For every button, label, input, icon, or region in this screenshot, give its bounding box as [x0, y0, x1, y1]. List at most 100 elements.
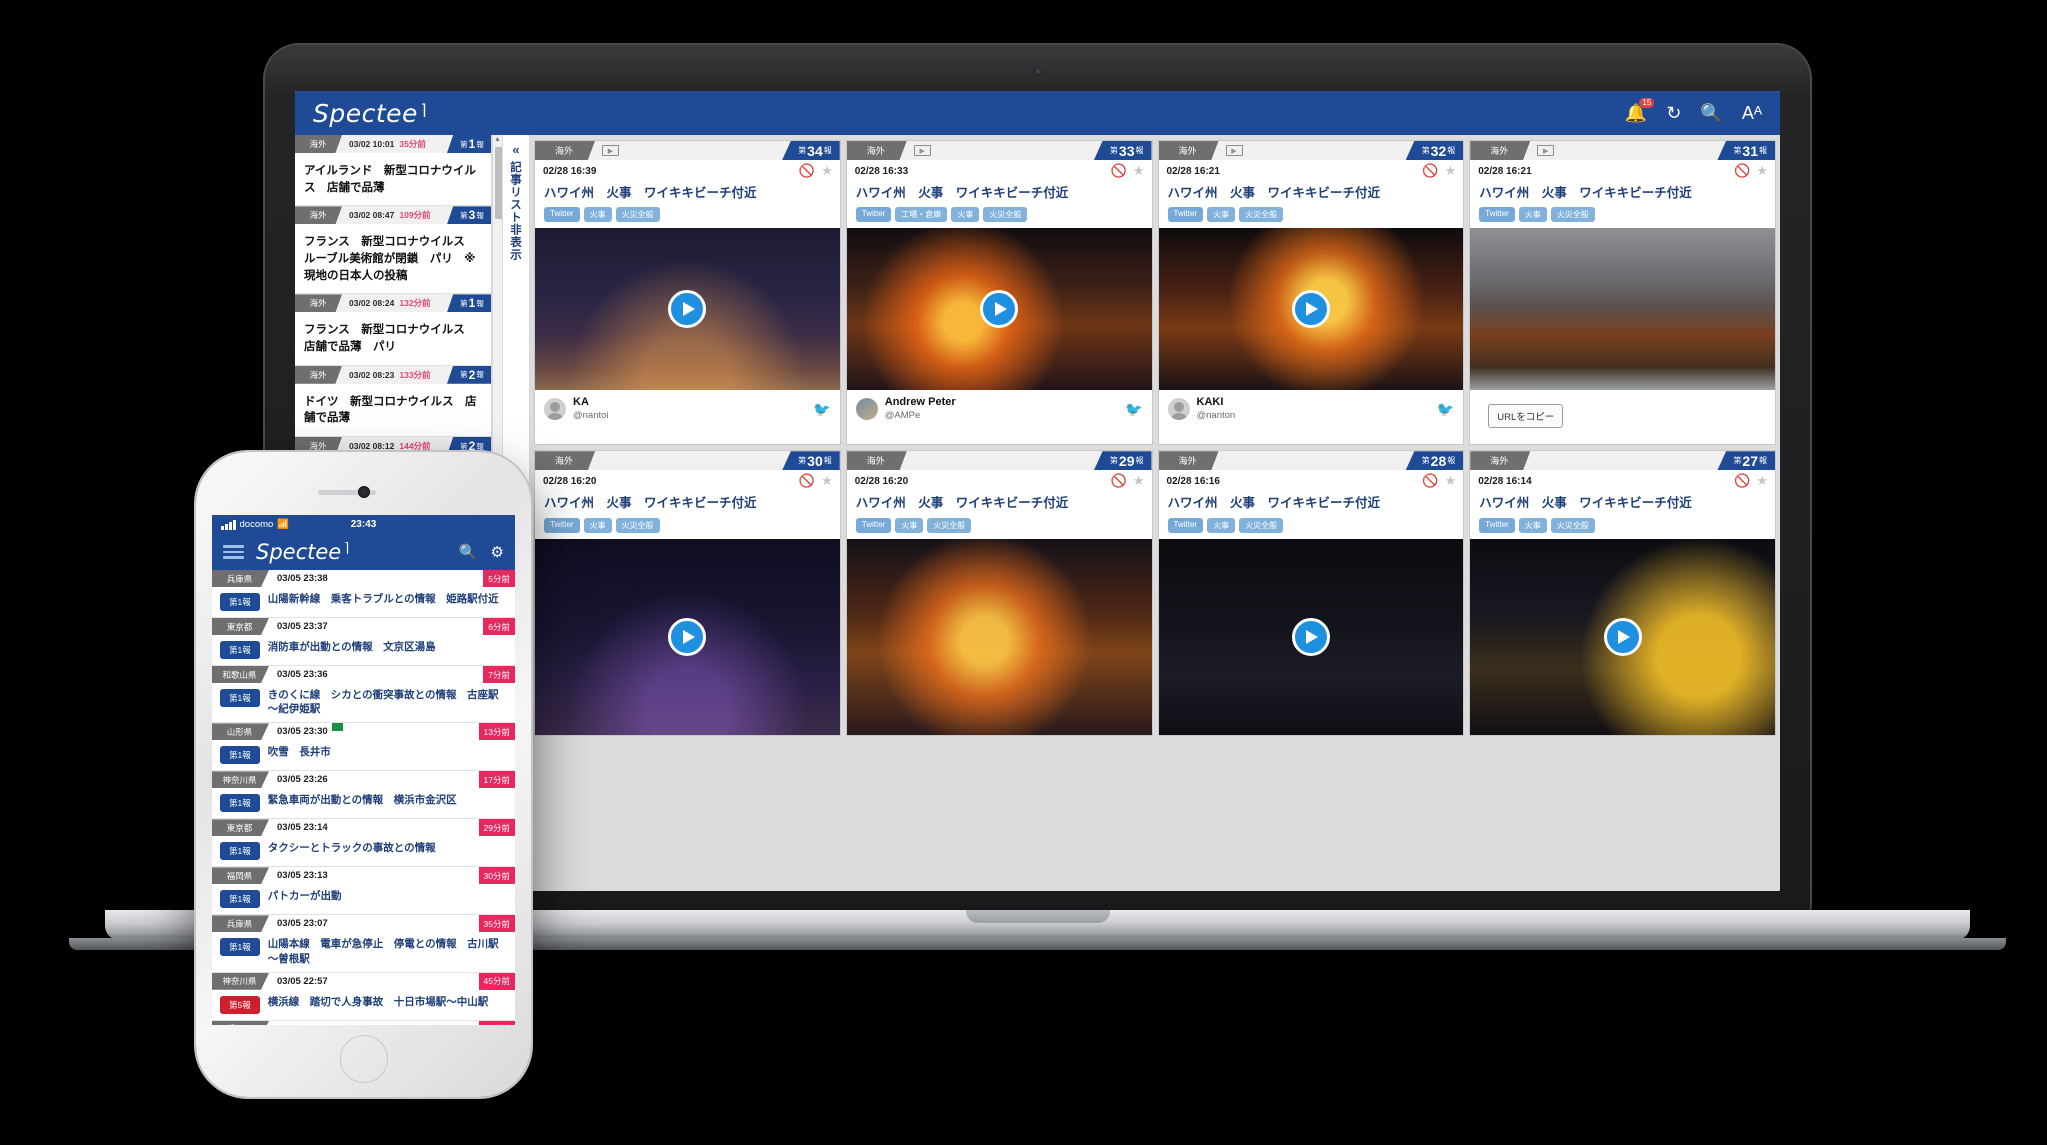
favorite-star-icon[interactable]: ★: [1133, 473, 1145, 489]
card-media[interactable]: [1158, 538, 1464, 735]
news-card[interactable]: 海外 第 28 報 02/28 16:16 🚫 ★ ハワイ州 火事 ワイキキビー…: [1157, 450, 1465, 736]
hide-icon[interactable]: 🚫: [1422, 163, 1438, 179]
list-item[interactable]: 兵庫県 03/05 23:38 5分前 第1報 山陽新幹線 乗客トラブルとの情報…: [212, 570, 515, 618]
play-button-icon[interactable]: [668, 617, 707, 656]
list-item[interactable]: 兵庫県 03/05 23:07 35分前 第1報 山陽本線 電車が急停止 停電と…: [212, 915, 515, 973]
list-item[interactable]: 海外 03/02 08:47 109分前 第3報 フランス 新型コロナウイルス …: [295, 206, 491, 295]
copy-url-button[interactable]: URLをコピー: [1488, 404, 1564, 429]
hide-icon[interactable]: 🚫: [1734, 473, 1750, 489]
tag-source[interactable]: Twitter: [1479, 517, 1515, 533]
elapsed: 35分前: [399, 139, 426, 149]
hide-icon[interactable]: 🚫: [1734, 163, 1750, 179]
search-icon[interactable]: 🔍: [1700, 104, 1722, 122]
news-card[interactable]: 海外 ▶ 第 33 報 02/28 16:33 🚫 ★ ハワイ州 火事 ワイキキ…: [845, 140, 1153, 446]
news-card[interactable]: 海外 第 27 報 02/28 16:14 🚫 ★ ハワイ州 火事 ワイキキビー…: [1469, 450, 1776, 736]
tag-source[interactable]: Twitter: [855, 517, 892, 533]
gear-icon[interactable]: ⚙: [491, 543, 504, 561]
list-item[interactable]: 海外 03/02 08:23 133分前 第2報 ドイツ 新型コロナウイルス 店…: [295, 365, 491, 438]
card-media[interactable]: [1158, 228, 1464, 391]
list-item[interactable]: 神奈川県 03/05 23:26 17分前 第1報 緊急車両が出動との情報 横浜…: [212, 771, 515, 820]
tag-category[interactable]: 火災全般: [1239, 207, 1284, 223]
list-item[interactable]: 東京都 03/05 23:37 6分前 第1報 消防車が出動との情報 文京区湯島: [212, 618, 515, 666]
list-item[interactable]: 海外 03/02 08:24 132分前 第1報 フランス 新型コロナウイルス …: [295, 294, 491, 366]
card-media[interactable]: [1470, 538, 1775, 735]
phone-feed-list[interactable]: 兵庫県 03/05 23:38 5分前 第1報 山陽新幹線 乗客トラブルとの情報…: [212, 570, 515, 1025]
tag-category[interactable]: 火事: [951, 207, 980, 223]
favorite-star-icon[interactable]: ★: [821, 473, 833, 489]
card-media[interactable]: [535, 228, 840, 391]
scrollbar-thumb[interactable]: [495, 147, 502, 219]
list-item[interactable]: 愛知県 03/05 22:44 59分前 第1報 停電との情報: [212, 1020, 515, 1025]
bell-icon[interactable]: 🔔 15: [1625, 98, 1655, 122]
tag-source[interactable]: Twitter: [544, 207, 580, 223]
tag-source[interactable]: Twitter: [1479, 207, 1515, 223]
hamburger-icon[interactable]: [223, 545, 244, 559]
count-suffix: 報: [1135, 456, 1144, 466]
app-logo[interactable]: Spectee ⌉: [256, 540, 349, 564]
list-item[interactable]: 神奈川県 03/05 22:57 45分前 第5報 横浜線 踏切で人身事故 十日…: [212, 972, 515, 1021]
play-button-icon[interactable]: [668, 290, 707, 329]
twitter-icon[interactable]: 🐦: [1125, 401, 1142, 418]
tag-category[interactable]: 火災全般: [983, 207, 1028, 223]
twitter-icon[interactable]: 🐦: [813, 401, 830, 418]
favorite-star-icon[interactable]: ★: [1445, 473, 1457, 489]
tag-category[interactable]: 火災全般: [927, 517, 972, 533]
hide-icon[interactable]: 🚫: [799, 473, 815, 489]
card-media[interactable]: [846, 228, 1152, 391]
twitter-icon[interactable]: 🐦: [1437, 401, 1454, 418]
font-size-icon[interactable]: Aᴬ: [1742, 104, 1762, 122]
tag-source[interactable]: Twitter: [1167, 207, 1204, 223]
tag-category[interactable]: 火事: [895, 517, 924, 533]
app-logo[interactable]: Spectee ⌉: [313, 99, 426, 128]
tag-category[interactable]: 火事: [1207, 207, 1236, 223]
tag-source[interactable]: Twitter: [855, 207, 892, 223]
card-grid-panel[interactable]: 海外 ▶ 第 34 報 02/28 16:39 🚫 ★ ハワイ州 火事 ワイキキ…: [530, 135, 1780, 891]
news-card[interactable]: 海外 第 29 報 02/28 16:20 🚫 ★ ハワイ州 火事 ワイキキビー…: [845, 450, 1153, 736]
tag-source[interactable]: Twitter: [544, 517, 580, 533]
news-card[interactable]: 海外 ▶ 第 34 報 02/28 16:39 🚫 ★ ハワイ州 火事 ワイキキ…: [534, 140, 841, 446]
refresh-icon[interactable]: ↻: [1666, 104, 1681, 122]
tag-category[interactable]: 火事: [1518, 517, 1547, 533]
play-button-icon[interactable]: [1291, 617, 1330, 656]
search-icon[interactable]: 🔍: [459, 543, 478, 561]
tag-category[interactable]: 火事: [583, 207, 612, 223]
list-item-meta: 03/02 08:47 109分前: [342, 206, 447, 224]
news-card[interactable]: 海外 ▶ 第 31 報 02/28 16:21 🚫 ★ ハワイ州 火事 ワイキキ…: [1469, 140, 1776, 446]
tag-category[interactable]: 火災全般: [1550, 517, 1595, 533]
chevron-left-double-icon[interactable]: «: [512, 142, 519, 157]
play-button-icon[interactable]: [1291, 290, 1330, 329]
list-item[interactable]: 海外 03/02 10:01 35分前 第1報 アイルランド 新型コロナウイルス…: [295, 135, 491, 207]
favorite-star-icon[interactable]: ★: [1445, 163, 1457, 179]
tag-category[interactable]: 火災全般: [1550, 207, 1595, 223]
list-item[interactable]: 和歌山県 03/05 23:36 7分前 第1報 きのくに線 シカとの衝突事故と…: [212, 666, 515, 724]
tag-category[interactable]: 火災全般: [615, 207, 660, 223]
play-button-icon[interactable]: [980, 290, 1019, 329]
tag-category[interactable]: 工場・倉庫: [895, 207, 948, 223]
favorite-star-icon[interactable]: ★: [1756, 163, 1768, 179]
tag-category[interactable]: 火災全般: [1239, 517, 1284, 533]
tag-category[interactable]: 火事: [1518, 207, 1547, 223]
phone-home-button[interactable]: [339, 1035, 388, 1083]
tag-source[interactable]: Twitter: [1167, 517, 1204, 533]
card-media[interactable]: [1470, 228, 1775, 391]
hide-icon[interactable]: 🚫: [799, 163, 815, 179]
news-card[interactable]: 海外 ▶ 第 32 報 02/28 16:21 🚫 ★ ハワイ州 火事 ワイキキ…: [1157, 140, 1465, 446]
card-media[interactable]: [846, 538, 1152, 735]
list-item[interactable]: 山形県 03/05 23:30 13分前 第1報 吹雪 長井市: [212, 723, 515, 772]
hide-icon[interactable]: 🚫: [1422, 473, 1438, 489]
play-button-icon[interactable]: [1603, 617, 1642, 656]
favorite-star-icon[interactable]: ★: [1756, 473, 1768, 489]
tag-category[interactable]: 火災全般: [615, 517, 660, 533]
news-card[interactable]: 海外 第 30 報 02/28 16:20 🚫 ★ ハワイ州 火事 ワイキキビー…: [534, 450, 841, 736]
report-badge: 第1報: [220, 689, 260, 707]
list-item[interactable]: 東京都 03/05 23:14 29分前 第1報 タクシーとトラックの事故との情…: [212, 819, 515, 868]
hide-icon[interactable]: 🚫: [1111, 473, 1127, 489]
favorite-star-icon[interactable]: ★: [1133, 163, 1145, 179]
hide-icon[interactable]: 🚫: [1111, 163, 1127, 179]
tag-category[interactable]: 火事: [1207, 517, 1236, 533]
tag-category[interactable]: 火事: [583, 517, 612, 533]
scroll-up-icon[interactable]: ▲: [493, 135, 502, 144]
list-item[interactable]: 福岡県 03/05 23:13 30分前 第1報 パトカーが出動: [212, 867, 515, 916]
favorite-star-icon[interactable]: ★: [821, 163, 833, 179]
card-media[interactable]: [535, 538, 840, 735]
